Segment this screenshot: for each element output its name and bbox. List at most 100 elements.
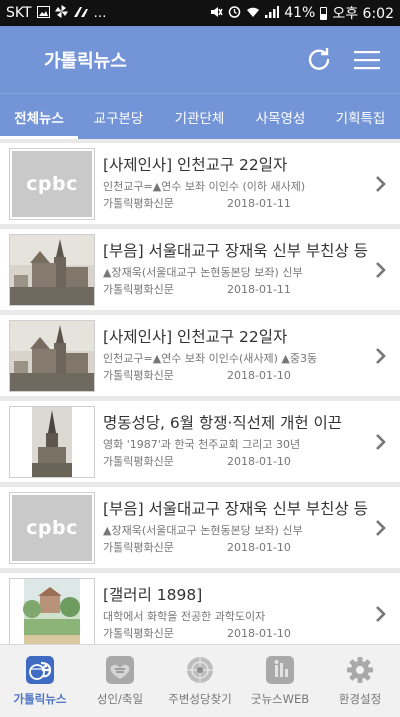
status-left: SKT …	[6, 5, 107, 21]
news-title: [부음] 서울대교구 장재욱 신부 부친상 등	[103, 242, 368, 260]
chevron-right-icon	[370, 347, 392, 365]
nav-saints[interactable]: 성인/축일	[80, 645, 160, 717]
news-thumbnail	[9, 319, 95, 392]
nav-label: 굿뉴스WEB	[250, 692, 310, 706]
news-thumbnail	[9, 577, 95, 644]
news-title: [갤러리 1898]	[103, 586, 203, 604]
news-source: 가톨릭평화신문	[103, 283, 174, 296]
news-thumbnail: cpbc	[9, 491, 95, 564]
page-title: 가톨릭뉴스	[44, 50, 127, 72]
clock: 오후 6:02	[332, 6, 394, 22]
news-date: 2018-01-10	[227, 627, 291, 640]
nav-nearby-church[interactable]: 주변성당찾기	[160, 645, 240, 717]
news-summary: 대학에서 화학을 전공한 과학도이자	[103, 610, 266, 623]
bottom-nav: 가톨릭뉴스 성인/축일 주변성당찾기 굿뉴스WEB 환경설정	[0, 644, 400, 717]
status-right: 41% 오후 6:02	[210, 3, 394, 23]
catholic-news-icon	[25, 655, 55, 685]
tab-diocese-parish[interactable]: 교구본당	[78, 94, 159, 139]
news-date: 2018-01-10	[227, 541, 291, 554]
news-info: [부음] 서울대교구 장재욱 신부 부친상 등 ▲장재욱(서울대교구 논현동본당…	[95, 241, 370, 298]
news-meta: 가톨릭평화신문 2018-01-10	[103, 625, 370, 642]
nearby-church-icon	[185, 655, 215, 685]
tab-all-news[interactable]: 전체뉴스	[0, 94, 78, 139]
app-root: { "status_bar": { "carrier": "SKT", "not…	[0, 0, 400, 717]
mute-icon	[210, 6, 223, 21]
app-header: 가톨릭뉴스	[0, 26, 400, 93]
news-info: [사제인사] 인천교구 22일자 인천교구=▲연수 보좌 이인수 (이하 새사제…	[95, 155, 370, 212]
cathedral-tower-photo	[10, 406, 94, 477]
news-info: 명동성당, 6월 항쟁·직선제 개헌 이끈 영화 '1987'과 한국 천주교회…	[95, 413, 370, 470]
chevron-right-icon	[370, 175, 392, 193]
pinwheel-icon	[54, 5, 68, 21]
news-item[interactable]: [갤러리 1898] 대학에서 화학을 전공한 과학도이자 가톨릭평화신문 20…	[0, 573, 400, 644]
nav-label: 주변성당찾기	[168, 692, 232, 706]
tab-organizations[interactable]: 기관단체	[159, 94, 240, 139]
status-bar: SKT … 41% 오후 6:02	[0, 0, 400, 26]
category-tabs: 전체뉴스 교구본당 기관단체 사목영성 기획특집	[0, 93, 400, 139]
news-source: 가톨릭평화신문	[103, 369, 174, 382]
wifi-icon	[246, 6, 260, 21]
nav-label: 환경설정	[338, 692, 382, 706]
news-thumbnail: cpbc	[9, 147, 95, 220]
news-title: [사제인사] 인천교구 22일자	[103, 328, 288, 346]
chevron-right-icon	[370, 519, 392, 537]
battery-icon	[320, 6, 328, 20]
chevron-right-icon	[370, 261, 392, 279]
news-info: [사제인사] 인천교구 22일자 인천교구=▲연수 보좌 이인수(새사제) ▲중…	[95, 327, 370, 384]
news-thumbnail	[9, 405, 95, 478]
tab-pastoral-spirituality[interactable]: 사목영성	[240, 94, 321, 139]
cathedral-photo	[10, 320, 94, 391]
news-title: 명동성당, 6월 항쟁·직선제 개헌 이끈	[103, 414, 343, 432]
news-meta: 가톨릭평화신문 2018-01-10	[103, 367, 370, 384]
chevron-right-icon	[370, 605, 392, 623]
news-date: 2018-01-10	[227, 455, 291, 468]
carrier-label: SKT	[6, 5, 32, 21]
settings-gear-icon	[345, 655, 375, 685]
news-meta: 가톨릭평화신문 2018-01-11	[103, 281, 370, 298]
hamburger-menu-icon	[354, 50, 380, 69]
news-title: [부음] 서울대교구 장재욱 신부 부친상 등	[103, 500, 368, 518]
news-list: cpbc [사제인사] 인천교구 22일자 인천교구=▲연수 보좌 이인수 (이…	[0, 139, 400, 644]
cpbc-logo: cpbc	[12, 494, 92, 561]
saints-icon	[105, 655, 135, 685]
news-item[interactable]: [부음] 서울대교구 장재욱 신부 부친상 등 ▲장재욱(서울대교구 논현동본당…	[0, 229, 400, 310]
nav-label: 성인/축일	[96, 692, 144, 706]
signal-icon	[265, 5, 280, 21]
news-item[interactable]: [사제인사] 인천교구 22일자 인천교구=▲연수 보좌 이인수(새사제) ▲중…	[0, 315, 400, 396]
alarm-icon	[228, 5, 241, 21]
news-title: [사제인사] 인천교구 22일자	[103, 156, 288, 174]
cathedral-photo	[10, 234, 94, 305]
news-item[interactable]: cpbc [사제인사] 인천교구 22일자 인천교구=▲연수 보좌 이인수 (이…	[0, 143, 400, 224]
news-date: 2018-01-11	[227, 283, 291, 296]
news-summary: ▲장재욱(서울대교구 논현동본당 보좌) 신부	[103, 266, 303, 279]
nav-goodnews-web[interactable]: 굿뉴스WEB	[240, 645, 320, 717]
news-meta: 가톨릭평화신문 2018-01-10	[103, 539, 370, 556]
tab-special-features[interactable]: 기획특집	[321, 94, 400, 139]
nav-settings[interactable]: 환경설정	[320, 645, 400, 717]
nav-label: 가톨릭뉴스	[13, 692, 67, 706]
refresh-icon	[308, 47, 330, 70]
menu-button[interactable]	[350, 43, 384, 77]
battery-saver-icon	[73, 6, 89, 21]
news-info: [갤러리 1898] 대학에서 화학을 전공한 과학도이자 가톨릭평화신문 20…	[95, 585, 370, 642]
news-item[interactable]: cpbc [부음] 서울대교구 장재욱 신부 부친상 등 ▲장재욱(서울대교구 …	[0, 487, 400, 568]
news-summary: ▲장재욱(서울대교구 논현동본당 보좌) 신부	[103, 524, 303, 537]
news-source: 가톨릭평화신문	[103, 541, 174, 554]
news-meta: 가톨릭평화신문 2018-01-10	[103, 453, 370, 470]
news-summary: 인천교구=▲연수 보좌 이인수 (이하 새사제)	[103, 180, 306, 193]
news-source: 가톨릭평화신문	[103, 455, 174, 468]
news-summary: 인천교구=▲연수 보좌 이인수(새사제) ▲중3동	[103, 352, 318, 365]
chevron-right-icon	[370, 433, 392, 451]
refresh-button[interactable]	[302, 43, 336, 77]
image-icon	[36, 5, 50, 21]
news-item[interactable]: 명동성당, 6월 항쟁·직선제 개헌 이끈 영화 '1987'과 한국 천주교회…	[0, 401, 400, 482]
news-info: [부음] 서울대교구 장재욱 신부 부친상 등 ▲장재욱(서울대교구 논현동본당…	[95, 499, 370, 556]
news-summary: 영화 '1987'과 한국 천주교회 그리고 30년	[103, 438, 301, 451]
battery-percent: 41%	[284, 5, 316, 21]
goodnews-web-icon	[265, 655, 295, 685]
painting-photo	[10, 578, 94, 644]
news-thumbnail	[9, 233, 95, 306]
news-date: 2018-01-11	[227, 197, 291, 210]
nav-catholic-news[interactable]: 가톨릭뉴스	[0, 645, 80, 717]
cpbc-logo: cpbc	[12, 150, 92, 217]
